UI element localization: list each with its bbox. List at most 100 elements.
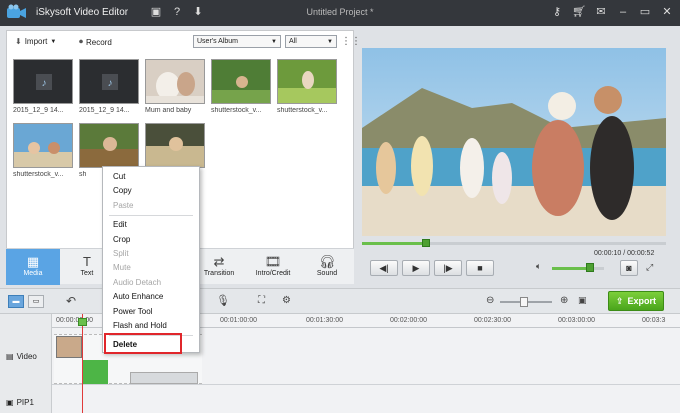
media-label: shutterstock_v... [277,107,328,114]
microphone-icon[interactable]: 🎙︎ [216,294,230,307]
fit-timeline-icon[interactable]: ▣ [578,295,587,306]
video-track-label: ▤ Video [6,352,37,361]
ruler-label: 00:01:00:00 [220,317,257,324]
svg-text:♪: ♪ [42,78,47,89]
media-label: shutterstock_v... [13,171,64,178]
minimize-icon[interactable]: – [616,5,630,19]
media-thumbnail[interactable] [79,123,139,168]
film-icon: 🎞︎ [264,254,282,269]
record-icon: ⏺ [79,37,83,46]
zoom-in-icon[interactable]: ⊕ [560,295,568,306]
timeline-view-icon[interactable]: ▬ [8,295,24,308]
stop-button[interactable]: ■ [466,260,494,276]
track-labels: ▤ Video ▣ PIP1 [0,314,52,413]
menu-item-flash-and-hold[interactable]: Flash and Hold [103,319,199,333]
ruler-label: 00:01:30:00 [306,317,343,324]
step-back-icon: ◀| [379,262,389,273]
volume-icon: 🔈︎ [536,261,542,271]
step-forward-icon: |▶ [443,262,453,273]
video-clip[interactable] [130,372,198,384]
storyboard-view-icon[interactable]: ▭ [28,295,44,308]
chevron-down-icon: ▼ [50,38,57,45]
undo-icon[interactable]: ↶ [66,294,76,308]
media-icon: ▦ [26,254,40,269]
playback-controls: 00:00:10 / 00:00:52 ◀| ▶ |▶ ■ 🔈︎ ◙ ⤢ [362,248,666,278]
menu-item-auto-enhance[interactable]: Auto Enhance [103,290,199,304]
menu-item-paste: Paste [113,200,134,210]
tab-sound[interactable]: 🎧︎ Sound [300,249,354,285]
play-button[interactable]: ▶ [402,260,430,276]
media-label: 2015_12_9 14... [79,107,130,114]
media-thumbnail[interactable]: ♪ [79,59,139,104]
preview-seekbar[interactable] [362,238,666,248]
next-frame-button[interactable]: |▶ [434,260,462,276]
stop-icon: ■ [477,263,483,273]
album-select[interactable]: User's Album ▼ [193,35,281,48]
menu-item-copy[interactable]: Copy [103,184,199,198]
media-thumbnail[interactable] [145,123,205,168]
tab-transition[interactable]: ⇄ Transition [192,249,246,285]
ruler-label: 00:02:00:00 [390,317,427,324]
video-preview[interactable] [362,48,666,236]
context-menu: Cut Copy Paste Edit Crop Split Mute Audi… [102,166,200,353]
tab-intro-credit[interactable]: 🎞︎ Intro/Credit [246,249,300,285]
media-label: 2015_12_9 14... [13,107,64,114]
zoom-out-icon[interactable]: ⊖ [486,295,494,306]
video-clip[interactable] [56,336,82,358]
transition-icon: ⇄ [213,254,225,269]
ruler-label: 00:03:00:00 [558,317,595,324]
crop-screen-icon[interactable]: ⛶ [258,295,265,306]
snapshot-button[interactable]: ◙ [620,260,638,276]
key-icon[interactable]: ⚷ [550,5,564,19]
import-button[interactable]: ⬇ Import ▼ [15,37,56,46]
chevron-down-icon: ▼ [271,38,277,45]
chevron-down-icon: ▼ [327,38,333,45]
film-icon: ▤ [6,352,14,361]
chat-icon[interactable]: ✉ [594,5,608,19]
export-icon: ⇪ [615,295,624,306]
ruler-label: 00:02:30:00 [474,317,511,324]
media-thumbnail[interactable]: ♪ [13,59,73,104]
record-button[interactable]: ⏺ Record [79,37,112,47]
import-icon: ⬇ [15,37,22,46]
menu-item-mute: Mute [113,263,131,273]
media-thumbnail[interactable] [211,59,271,104]
seek-handle[interactable] [422,239,430,247]
restore-icon[interactable]: ▭ [638,5,652,19]
zoom-handle[interactable] [520,297,528,307]
grid-view-icon[interactable]: ⋮⋮ [341,36,361,47]
camera-icon: ◙ [626,263,632,273]
headphones-icon: 🎧︎ [318,254,336,269]
media-thumbnail[interactable] [145,59,205,104]
menu-item-crop[interactable]: Crop [103,233,199,247]
playhead[interactable] [82,314,83,413]
pip-track-label: ▣ PIP1 [6,398,34,407]
settings-icon[interactable]: ⚙ [282,295,291,306]
menu-item-edit[interactable]: Edit [103,218,199,232]
filter-select[interactable]: All ▼ [285,35,337,48]
media-thumbnail[interactable] [277,59,337,104]
close-icon[interactable]: ✕ [660,5,674,19]
previous-frame-button[interactable]: ◀| [370,260,398,276]
media-label: shutterstock_v... [211,107,262,114]
title-bar: iSkysoft Video Editor ▣ ? ⬇ Untitled Pro… [0,0,680,26]
tab-media[interactable]: ▦ Media [6,249,60,285]
menu-item-power-tool[interactable]: Power Tool [103,305,199,319]
menu-separator [109,215,193,217]
media-thumbnail[interactable] [13,123,73,168]
playhead-handle[interactable] [78,318,87,326]
ruler-label: 00:00:00:00 [56,317,93,324]
pip-icon: ▣ [6,398,14,407]
menu-item-cut[interactable]: Cut [103,170,199,184]
fullscreen-icon[interactable]: ⤢ [646,262,653,273]
library-toolbar: ⬇ Import ▼ ⏺ Record User's Album ▼ All ▼… [7,31,361,53]
volume-handle[interactable] [586,263,594,272]
selected-clip-audio[interactable] [82,360,108,384]
cart-icon[interactable]: 🛒︎ [572,5,586,19]
time-display: 00:00:10 / 00:00:52 [594,250,655,257]
play-icon: ▶ [412,262,420,273]
delete-highlight-box [104,333,182,354]
media-label: Mum and baby [145,107,192,114]
menu-item-audio-detach: Audio Detach [113,277,162,287]
export-button[interactable]: ⇪ Export [608,291,664,311]
